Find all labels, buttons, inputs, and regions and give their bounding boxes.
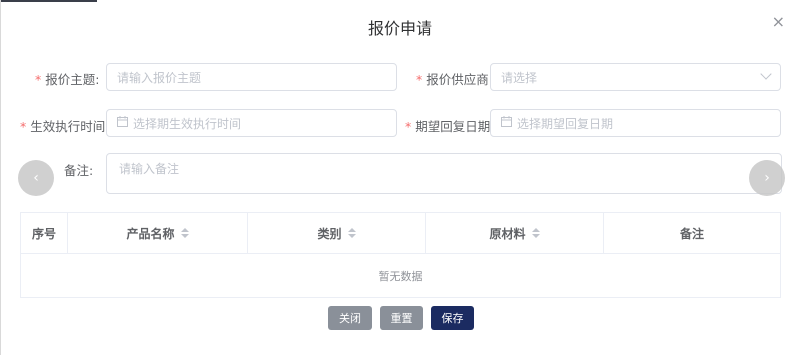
column-header-category[interactable]: 类别 (248, 213, 426, 253)
column-header-product-name[interactable]: 产品名称 (68, 213, 248, 253)
supplier-select[interactable]: 请选择 (490, 63, 781, 91)
close-button[interactable]: 关闭 (328, 306, 372, 330)
close-icon[interactable]: × (772, 12, 785, 31)
required-mark: * (20, 119, 27, 134)
table-empty-text: 暂无数据 (378, 270, 423, 283)
save-button[interactable]: 保存 (431, 306, 474, 330)
subject-placeholder: 请输入报价主题 (117, 70, 202, 85)
reset-button[interactable]: 重置 (380, 306, 423, 330)
chevron-right-icon: › (764, 170, 770, 186)
calendar-icon (117, 116, 128, 130)
effective-time-label: * 生效执行时间: (20, 119, 110, 134)
calendar-icon (501, 116, 512, 130)
remark-label: 备注: (64, 163, 94, 178)
required-mark: * (35, 72, 42, 87)
supplier-placeholder: 请选择 (501, 70, 538, 85)
column-header-material[interactable]: 原材料 (426, 213, 604, 253)
remark-placeholder: 请输入备注 (119, 162, 180, 176)
reply-date-placeholder: 选择期望回复日期 (517, 116, 614, 131)
required-mark: * (416, 72, 423, 87)
chevron-down-icon (760, 68, 772, 80)
sort-icon[interactable] (180, 228, 189, 238)
chevron-left-icon: ‹ (33, 170, 39, 186)
sort-icon[interactable] (531, 228, 540, 238)
column-header-index: 序号 (21, 213, 68, 253)
column-header-remark: 备注 (679, 226, 704, 241)
required-mark: * (405, 119, 412, 134)
carousel-prev-button[interactable]: ‹ (18, 160, 54, 196)
subject-label: * 报价主题: (35, 72, 100, 87)
table-header: 序号 产品名称 类别 原材料 备注 (21, 213, 780, 254)
reply-date-picker[interactable]: 选择期望回复日期 (490, 109, 781, 137)
dialog-left-border (0, 0, 1, 355)
product-table: 序号 产品名称 类别 原材料 备注 暂无数据 (20, 212, 781, 298)
effective-time-picker[interactable]: 选择期生效执行时间 (106, 109, 397, 137)
carousel-next-button[interactable]: › (749, 160, 785, 196)
remark-textarea[interactable]: 请输入备注 (106, 153, 782, 194)
effective-time-placeholder: 选择期生效执行时间 (133, 116, 242, 131)
top-accent-line (0, 0, 97, 2)
subject-input[interactable]: 请输入报价主题 (106, 63, 397, 91)
sort-icon[interactable] (347, 228, 356, 238)
reply-date-label: * 期望回复日期: (405, 119, 495, 134)
dialog-title: 报价申请 (367, 19, 432, 38)
supplier-label: * 报价供应商: (416, 72, 493, 87)
